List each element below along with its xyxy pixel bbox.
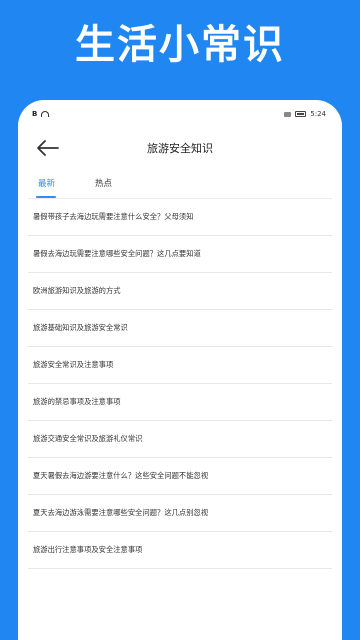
list-item[interactable]: 旅游出行注意事项及安全注意事项 bbox=[28, 532, 332, 569]
status-bar: B 5:24 bbox=[18, 100, 342, 128]
status-right: 5:24 bbox=[284, 110, 326, 118]
list-item[interactable]: 夏天去海边游泳需要注意哪些安全问题？这几点别忽视 bbox=[28, 495, 332, 532]
article-title: 夏天去海边游泳需要注意哪些安全问题？这几点别忽视 bbox=[33, 508, 209, 517]
tab-active-indicator bbox=[36, 196, 56, 198]
list-item[interactable]: 旅游的禁忌事项及注意事项 bbox=[28, 384, 332, 421]
battery-icon bbox=[295, 111, 307, 117]
article-title: 旅游交通安全常识及旅游礼仪常识 bbox=[33, 434, 143, 443]
article-title: 欧洲旅游知识及旅游的方式 bbox=[33, 286, 121, 295]
article-title: 暑假去海边玩需要注意哪些安全问题？这几点要知道 bbox=[33, 249, 201, 258]
list-item[interactable]: 旅游安全常识及注意事项 bbox=[28, 347, 332, 384]
status-time: 5:24 bbox=[310, 110, 326, 118]
back-button[interactable] bbox=[34, 135, 62, 161]
list-item[interactable]: 旅游基础知识及旅游安全常识 bbox=[28, 310, 332, 347]
list-item[interactable]: 旅游交通安全常识及旅游礼仪常识 bbox=[28, 421, 332, 458]
article-title: 暑假带孩子去海边玩需要注意什么安全？父母须知 bbox=[33, 212, 194, 221]
list-item[interactable]: 暑假带孩子去海边玩需要注意什么安全？父母须知 bbox=[28, 199, 332, 236]
list-item[interactable]: 暑假去海边玩需要注意哪些安全问题？这几点要知道 bbox=[28, 236, 332, 273]
wifi-icon bbox=[41, 111, 50, 117]
tab-latest-label: 最新 bbox=[38, 179, 56, 189]
tab-hot-label: 热点 bbox=[95, 179, 113, 189]
tab-latest[interactable]: 最新 bbox=[36, 177, 56, 198]
signal-icon bbox=[284, 111, 292, 117]
status-left: B bbox=[32, 110, 50, 118]
article-title: 旅游安全常识及注意事项 bbox=[33, 360, 114, 369]
banner-title: 生活小常识 bbox=[75, 22, 285, 68]
article-title: 旅游出行注意事项及安全注意事项 bbox=[33, 545, 143, 554]
article-list: 暑假带孩子去海边玩需要注意什么安全？父母须知 暑假去海边玩需要注意哪些安全问题？… bbox=[18, 199, 342, 569]
article-title: 夏天暑假去海边游要注意什么？这些安全问题不能忽视 bbox=[33, 471, 209, 480]
tab-hot[interactable]: 热点 bbox=[95, 177, 112, 189]
page-header: 旅游安全知识 bbox=[18, 128, 342, 168]
tab-bar: 最新 热点 bbox=[18, 168, 342, 198]
list-item[interactable]: 欧洲旅游知识及旅游的方式 bbox=[28, 273, 332, 310]
arrow-left-icon bbox=[37, 140, 59, 156]
page-title: 旅游安全知识 bbox=[147, 142, 213, 155]
list-item[interactable]: 夏天暑假去海边游要注意什么？这些安全问题不能忽视 bbox=[28, 458, 332, 495]
sim-icon: B bbox=[32, 110, 38, 118]
article-title: 旅游的禁忌事项及注意事项 bbox=[33, 397, 121, 406]
phone-screen: B 5:24 旅游安全知识 最新 热点 暑假带孩子去海边玩需要注意什么安全？父母… bbox=[18, 100, 342, 640]
article-title: 旅游基础知识及旅游安全常识 bbox=[33, 323, 128, 332]
